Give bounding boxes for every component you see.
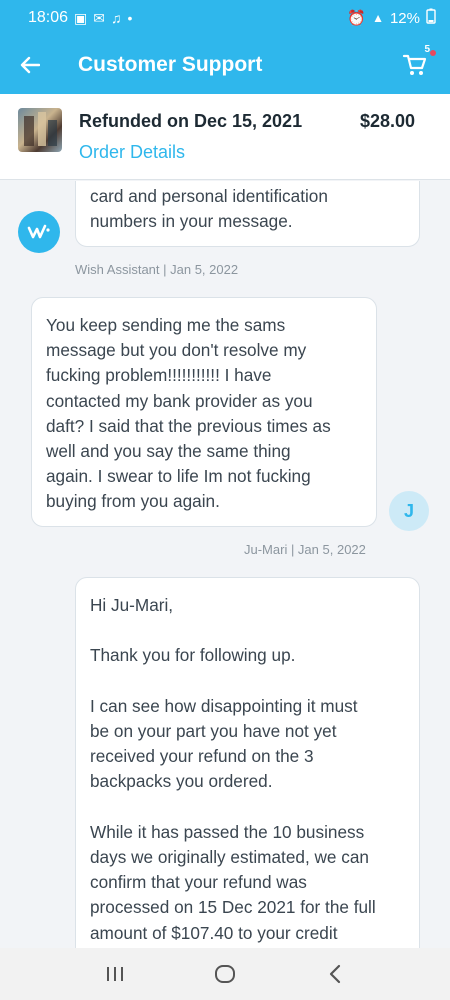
tiktok-notification-icon: ♫ <box>111 10 122 26</box>
alarm-icon: ⏰ <box>347 10 367 27</box>
mail-notification-icon: ✉ <box>93 9 106 26</box>
product-thumbnail[interactable] <box>18 108 62 152</box>
order-summary: Refunded on Dec 15, 2021 $28.00 Order De… <box>0 94 450 180</box>
more-notifications-dot-icon: • <box>127 10 133 26</box>
status-bar: 18:06 ▣ ✉ ♫ • ⏰ ▲ 12% <box>0 0 450 36</box>
wish-logo-icon <box>27 224 50 239</box>
message-meta: Wish Assistant | Jan 5, 2022 <box>75 262 239 277</box>
battery-icon <box>426 8 436 28</box>
signal-icon: ▲ <box>372 11 384 25</box>
wish-avatar <box>18 211 60 253</box>
message-meta: Ju-Mari | Jan 5, 2022 <box>244 542 366 557</box>
recent-apps-icon <box>107 967 123 981</box>
assistant-message-bubble: Hi Ju-Mari, Thank you for following up. … <box>75 577 420 948</box>
page-title: Customer Support <box>78 53 263 76</box>
back-button[interactable] <box>0 36 60 94</box>
app-bar: Customer Support 5 <box>0 36 450 94</box>
recent-apps-button[interactable] <box>95 954 135 994</box>
order-status: Refunded on Dec 15, 2021 <box>79 111 303 131</box>
chat-thread[interactable]: card and personal identification numbers… <box>0 181 450 948</box>
gallery-notification-icon: ▣ <box>74 9 88 26</box>
system-back-button[interactable] <box>315 954 355 994</box>
user-avatar: J <box>389 491 429 531</box>
cart-alert-dot <box>430 50 436 56</box>
chevron-left-icon <box>329 964 341 984</box>
order-price: $28.00 <box>359 111 415 131</box>
home-button[interactable] <box>205 954 245 994</box>
cart-button[interactable]: 5 <box>402 44 436 78</box>
battery-level: 12% <box>389 9 420 27</box>
system-navigation-bar <box>0 948 450 1000</box>
back-arrow-icon <box>20 56 40 74</box>
user-avatar-letter: J <box>403 500 414 521</box>
order-details-link[interactable]: Order Details <box>79 142 185 163</box>
home-icon <box>215 965 235 983</box>
assistant-message-bubble: card and personal identification numbers… <box>75 181 420 247</box>
user-message-bubble: You keep sending me the sams message but… <box>31 297 377 527</box>
cart-icon <box>402 54 427 75</box>
status-time: 18:06 <box>28 9 69 26</box>
